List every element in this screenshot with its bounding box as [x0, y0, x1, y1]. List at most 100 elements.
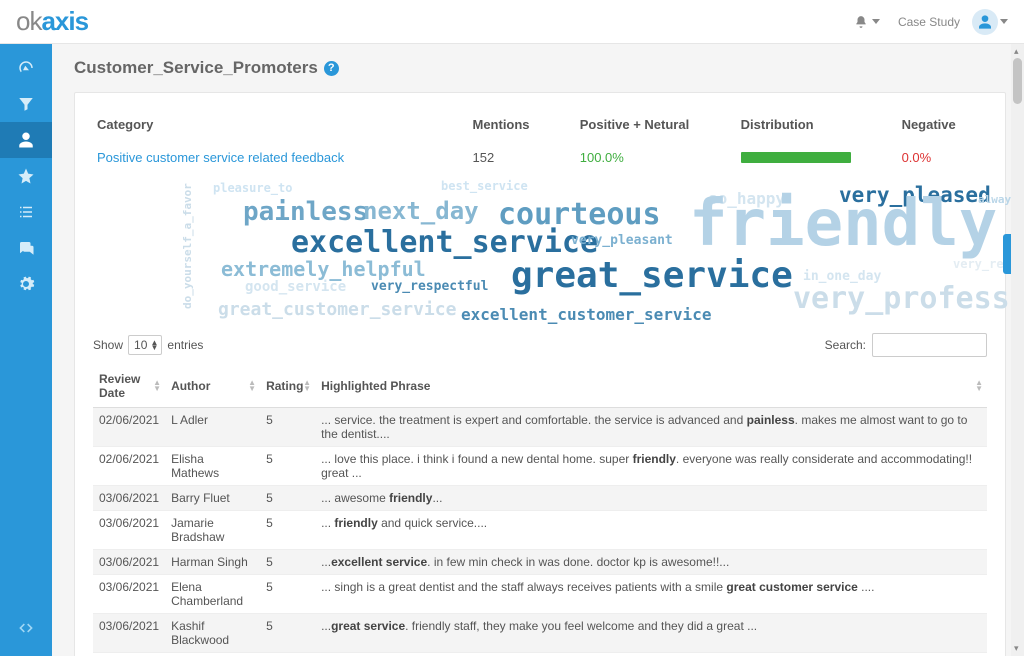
cell-date: 03/06/2021 [93, 550, 165, 575]
cloud-word[interactable]: pleasure_to [213, 181, 292, 195]
col-review-date[interactable]: Review Date▲▼ [93, 365, 165, 408]
cell-rating: 5 [260, 408, 315, 447]
col-rating[interactable]: Rating▲▼ [260, 365, 315, 408]
table-row: 03/06/2021Harman Singh5...excellent serv… [93, 550, 987, 575]
nav-dashboard[interactable] [0, 50, 52, 86]
side-drawer-handle[interactable] [1003, 234, 1011, 274]
topbar: okaxis Case Study [0, 0, 1024, 44]
search-label: Search: [825, 338, 866, 352]
nav-settings[interactable] [0, 266, 52, 302]
distribution-bar [741, 152, 851, 163]
person-icon [17, 131, 35, 149]
content-card: Category Mentions Positive + Netural Dis… [74, 92, 1006, 656]
cloud-word[interactable]: great_service [511, 255, 793, 296]
col-author[interactable]: Author▲▼ [165, 365, 260, 408]
cell-phrase: ... friendly and quick service.... [315, 511, 987, 550]
category-link[interactable]: Positive customer service related feedba… [97, 150, 344, 165]
page-title-text: Customer_Service_Promoters [74, 58, 318, 78]
nav-list[interactable] [0, 194, 52, 230]
cell-date: 02/06/2021 [93, 447, 165, 486]
cloud-word[interactable]: friendly [689, 187, 997, 261]
cell-phrase: ...excellent service. in few min check i… [315, 550, 987, 575]
cell-date: 03/06/2021 [93, 614, 165, 653]
col-negative[interactable]: Negative [898, 111, 987, 144]
code-icon [17, 619, 35, 637]
scroll-thumb[interactable] [1013, 58, 1022, 104]
cell-author: Elena Chamberland [165, 575, 260, 614]
logo-part1[interactable]: ok [16, 6, 41, 37]
cloud-word[interactable]: best_service [441, 179, 528, 193]
col-distribution[interactable]: Distribution [737, 111, 898, 144]
user-label: Case Study [898, 15, 960, 29]
table-row: 03/06/2021Kashif Blackwood5... service. … [93, 653, 987, 656]
cloud-word[interactable]: painless [243, 197, 368, 227]
cell-phrase: ... singh is a great dentist and the sta… [315, 575, 987, 614]
help-icon[interactable]: ? [324, 61, 339, 76]
cell-author: Kashif Blackwood [165, 653, 260, 656]
nav-star[interactable] [0, 158, 52, 194]
show-label: Show [93, 338, 123, 352]
main-content: Customer_Service_Promoters ? Category Me… [52, 44, 1024, 656]
reviews-table: Review Date▲▼ Author▲▼ Rating▲▼ Highligh… [93, 365, 987, 656]
table-row: 03/06/2021Barry Fluet5... awesome friend… [93, 486, 987, 511]
col-mentions[interactable]: Mentions [468, 111, 575, 144]
bell-icon [854, 15, 868, 29]
cell-rating: 5 [260, 614, 315, 653]
cloud-word[interactable]: next_day [363, 197, 479, 225]
cell-author: Elisha Mathews [165, 447, 260, 486]
cloud-word[interactable]: very_respectful [371, 279, 488, 294]
cell-rating: 5 [260, 447, 315, 486]
nav-filter[interactable] [0, 86, 52, 122]
gear-icon [17, 275, 35, 293]
cell-phrase: ... love this place. i think i found a n… [315, 447, 987, 486]
cell-author: Harman Singh [165, 550, 260, 575]
cell-phrase: ... service. the treatment is expert and… [315, 408, 987, 447]
funnel-icon [17, 95, 35, 113]
gauge-icon [17, 59, 35, 77]
cloud-word[interactable]: very_pleasant [571, 233, 673, 248]
table-row: 02/06/2021L Adler5... service. the treat… [93, 408, 987, 447]
chat-icon [17, 239, 35, 257]
cell-phrase: ... service. friendly staff, they make y… [315, 653, 987, 656]
col-category[interactable]: Category [93, 111, 468, 144]
word-cloud: pleasure_tobest_servicepainlessnext_dayc… [93, 179, 987, 329]
cell-rating: 5 [260, 575, 315, 614]
nav-chat[interactable] [0, 230, 52, 266]
cell-phrase: ...great service. friendly staff, they m… [315, 614, 987, 653]
cloud-word[interactable]: do_yourself_a_favor [181, 183, 194, 309]
cell-author: Jamarie Bradshaw [165, 511, 260, 550]
cloud-word[interactable]: good_service [245, 279, 346, 295]
notifications-button[interactable] [854, 15, 880, 29]
col-phrase[interactable]: Highlighted Phrase▲▼ [315, 365, 987, 408]
negative-value: 0.0% [902, 150, 932, 165]
category-table: Category Mentions Positive + Netural Dis… [93, 111, 987, 171]
cloud-word[interactable]: very_professional [793, 281, 1024, 316]
cell-date: 03/06/2021 [93, 575, 165, 614]
cell-rating: 5 [260, 653, 315, 656]
category-row: Positive customer service related feedba… [93, 144, 987, 171]
cell-date: 02/06/2021 [93, 408, 165, 447]
mentions-value: 152 [468, 144, 575, 171]
table-row: 03/06/2021Elena Chamberland5... singh is… [93, 575, 987, 614]
cell-author: L Adler [165, 408, 260, 447]
nav-people[interactable] [0, 122, 52, 158]
logo-part2[interactable]: axis [41, 6, 88, 37]
cloud-word[interactable]: excellent_customer_service [461, 305, 711, 324]
star-icon [17, 167, 35, 185]
scroll-down-icon: ▾ [1014, 643, 1019, 654]
cell-phrase: ... awesome friendly... [315, 486, 987, 511]
scrollbar[interactable]: ▴ ▾ [1011, 44, 1024, 656]
cloud-word[interactable]: extremely_helpful [221, 257, 426, 281]
cell-author: Barry Fluet [165, 486, 260, 511]
cloud-word[interactable]: great_customer_service [218, 299, 456, 320]
col-posneu[interactable]: Positive + Netural [576, 111, 737, 144]
nav-code[interactable] [0, 610, 52, 646]
search-input[interactable] [872, 333, 987, 357]
table-row: 03/06/2021Jamarie Bradshaw5... friendly … [93, 511, 987, 550]
cell-author: Kashif Blackwood [165, 614, 260, 653]
entries-select[interactable]: 10 ▲▼ [128, 335, 162, 355]
cell-rating: 5 [260, 511, 315, 550]
posneu-value: 100.0% [580, 150, 624, 165]
avatar-menu[interactable] [972, 9, 998, 35]
entries-bar: Show 10 ▲▼ entries Search: [93, 333, 987, 357]
